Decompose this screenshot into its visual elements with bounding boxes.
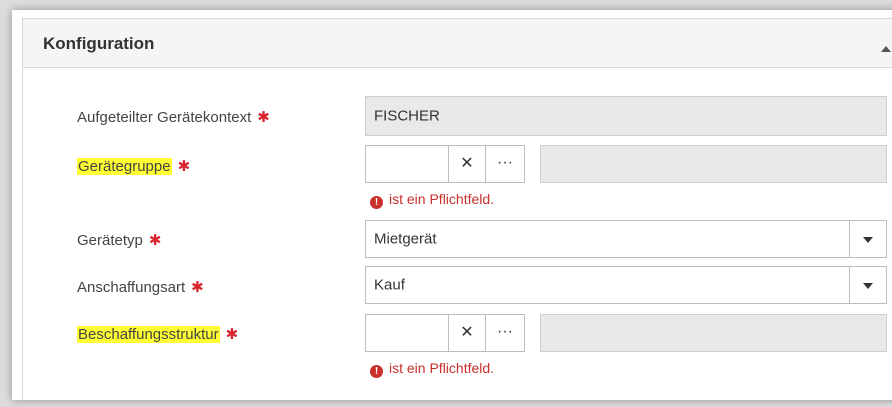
label-acquisition-type-text: Anschaffungsart (77, 279, 186, 296)
label-device-group-text: Gerätegruppe (77, 158, 172, 175)
device-type-select[interactable]: Mietgerät (365, 220, 887, 258)
close-icon: ✕ (460, 155, 474, 172)
panel-title: Konfiguration (43, 34, 155, 53)
clear-button[interactable]: ✕ (448, 145, 486, 183)
acquisition-type-select[interactable]: Kauf (365, 266, 887, 304)
procurement-structure-error: ! ist ein Pflichtfeld. (370, 360, 494, 378)
procurement-structure-input[interactable] (365, 314, 449, 352)
close-icon: ✕ (460, 324, 474, 341)
device-group-input[interactable] (365, 145, 449, 183)
required-icon: ✱ (177, 158, 191, 175)
chevron-down-icon (863, 283, 873, 289)
required-icon: ✱ (191, 279, 204, 296)
required-icon: ✱ (225, 326, 239, 343)
dropdown-toggle[interactable] (849, 221, 886, 257)
collapse-icon[interactable] (881, 46, 891, 52)
label-device-type: Gerätetyp ✱ (77, 231, 161, 249)
label-procurement-structure-text: Beschaffungsstruktur (77, 326, 220, 343)
dropdown-toggle[interactable] (849, 267, 886, 303)
error-text: ist ein Pflichtfeld. (389, 360, 495, 376)
device-group-description (540, 145, 887, 183)
required-icon: ✱ (148, 232, 162, 249)
context-field: FISCHER (365, 96, 887, 136)
lookup-button[interactable]: ··· (485, 145, 525, 183)
label-context-text: Aufgeteilter Gerätekontext (77, 109, 252, 126)
chevron-down-icon (863, 237, 873, 243)
device-group-error: ! ist ein Pflichtfeld. (370, 191, 494, 209)
label-context: Aufgeteilter Gerätekontext ✱ (77, 108, 270, 126)
error-icon: ! (370, 196, 383, 209)
error-text: ist ein Pflichtfeld. (389, 191, 495, 207)
acquisition-type-value: Kauf (374, 276, 405, 294)
more-icon: ··· (497, 323, 513, 340)
lookup-button[interactable]: ··· (485, 314, 525, 352)
label-procurement-structure: Beschaffungsstruktur ✱ (77, 325, 238, 343)
more-icon: ··· (497, 154, 513, 171)
error-icon: ! (370, 365, 383, 378)
label-device-type-text: Gerätetyp (77, 232, 143, 249)
label-device-group: Gerätegruppe ✱ (77, 157, 190, 175)
clear-button[interactable]: ✕ (448, 314, 486, 352)
panel-header[interactable]: Konfiguration (22, 18, 892, 68)
device-type-value: Mietgerät (374, 230, 437, 248)
context-value: FISCHER (374, 107, 440, 125)
label-acquisition-type: Anschaffungsart ✱ (77, 278, 204, 296)
procurement-structure-description (540, 314, 887, 352)
required-icon: ✱ (257, 109, 270, 126)
